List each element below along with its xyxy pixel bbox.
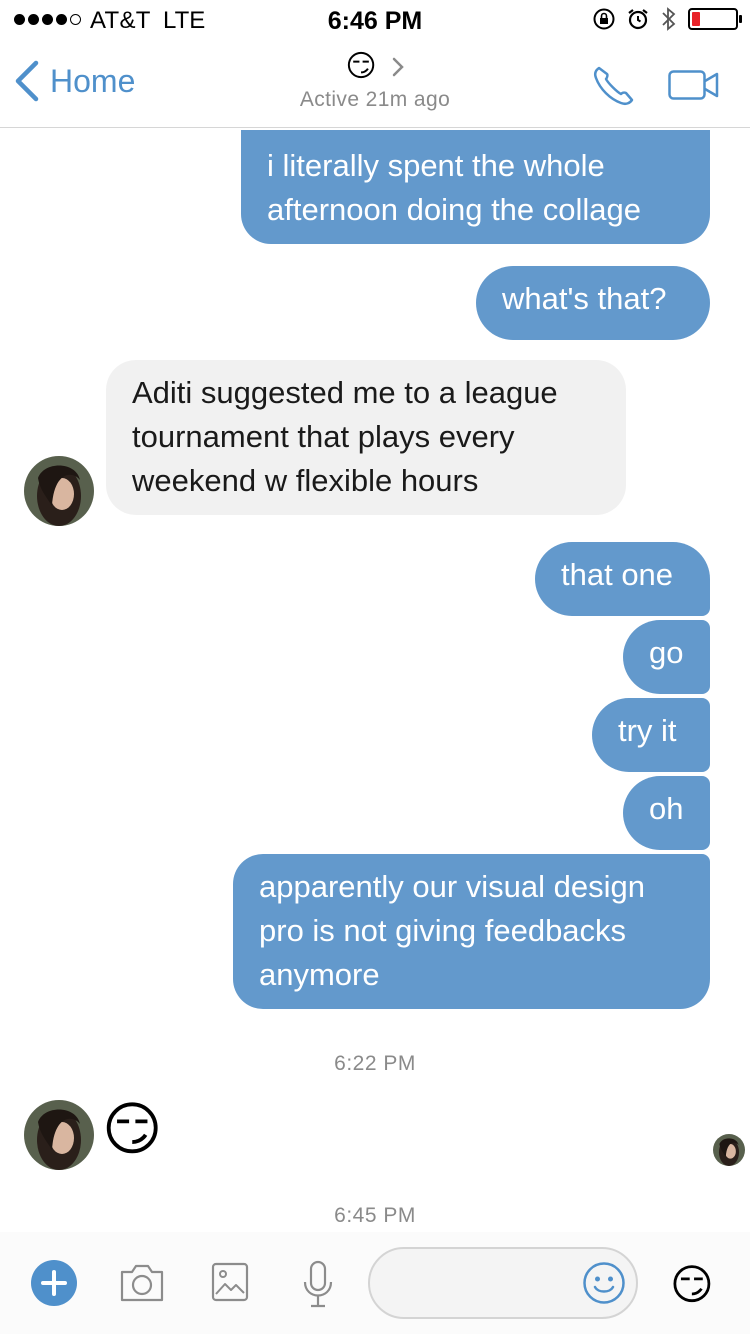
more-actions-button[interactable] (31, 1260, 77, 1311)
bluetooth-icon (662, 7, 676, 31)
emoji-message-incoming[interactable]: 😏 (102, 1096, 162, 1164)
message-bubble-outgoing[interactable]: apparently our visual design pro is not … (233, 854, 710, 1009)
photo-gallery-button[interactable] (211, 1262, 249, 1307)
message-bubble-outgoing[interactable]: oh (623, 776, 710, 850)
voice-message-button[interactable] (302, 1260, 334, 1315)
message-timestamp: 6:45 PM (334, 1204, 416, 1227)
message-bubble-outgoing[interactable]: that one (535, 542, 710, 616)
message-composer: 😏 (0, 1232, 750, 1334)
phone-icon (593, 66, 634, 106)
avatar-photo (713, 1134, 745, 1166)
read-receipt-avatar (713, 1134, 745, 1166)
camera-button[interactable] (118, 1262, 166, 1309)
status-icons (592, 6, 742, 32)
contact-avatar[interactable] (24, 1100, 94, 1170)
message-timestamp: 6:22 PM (334, 1052, 416, 1075)
rotation-lock-icon (593, 8, 615, 30)
plus-icon (31, 1260, 77, 1306)
quick-reaction-button[interactable]: 😏 (670, 1262, 714, 1308)
conversation-header: Home 😏 Active 21m ago (0, 40, 750, 128)
message-bubble-outgoing[interactable]: go (623, 620, 710, 694)
contact-name-emoji: 😏 (345, 50, 377, 83)
alarm-icon (628, 9, 648, 30)
contact-avatar[interactable] (24, 456, 94, 526)
video-call-button[interactable] (668, 70, 720, 105)
avatar-photo (24, 1100, 94, 1170)
message-bubble-incoming[interactable]: Aditi suggested me to a league tournamen… (106, 360, 626, 515)
sticker-button[interactable] (582, 1261, 626, 1310)
camera-icon (120, 1264, 164, 1302)
battery-level (692, 12, 700, 26)
image-icon (211, 1262, 249, 1302)
battery-icon (688, 8, 742, 30)
avatar-photo (24, 456, 94, 526)
message-input-field[interactable] (368, 1247, 638, 1319)
microphone-icon (303, 1260, 333, 1308)
video-camera-icon (668, 70, 719, 100)
call-button[interactable] (590, 62, 638, 115)
message-bubble-outgoing[interactable]: i literally spent the whole afternoon do… (241, 130, 710, 244)
status-bar: AT&T LTE 6:46 PM (0, 0, 750, 40)
message-input[interactable] (390, 1249, 570, 1317)
message-bubble-outgoing[interactable]: try it (592, 698, 710, 772)
smiley-icon (583, 1262, 625, 1304)
message-bubble-outgoing[interactable]: what's that? (476, 266, 710, 340)
chevron-right-icon (392, 57, 404, 77)
